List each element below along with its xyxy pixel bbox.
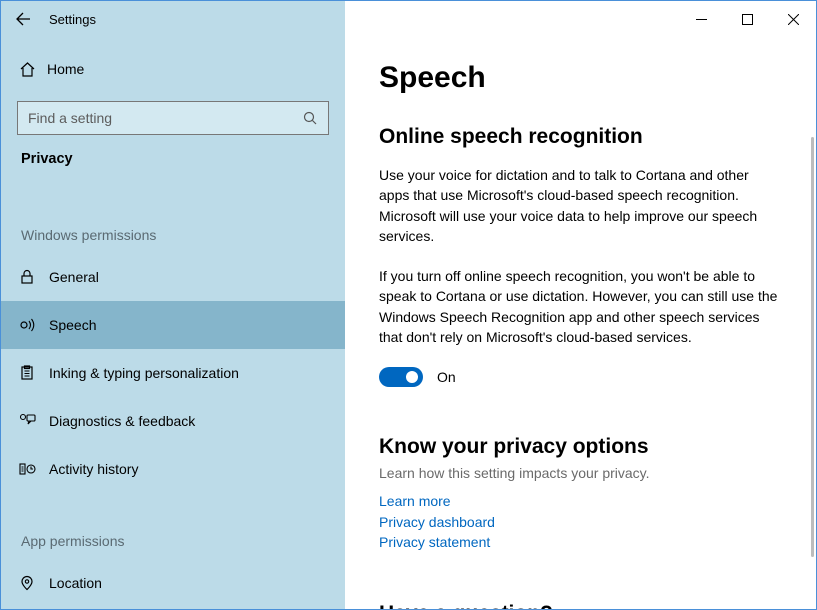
category-label: Privacy [1,149,345,187]
lock-icon [19,269,49,285]
search-field[interactable] [28,110,289,126]
back-button[interactable] [1,1,45,37]
link-privacy-statement[interactable]: Privacy statement [379,532,782,552]
sidebar-item-speech[interactable]: Speech [1,301,345,349]
privacy-subtext: Learn how this setting impacts your priv… [379,465,782,481]
history-icon [19,461,49,477]
search-icon [303,111,318,126]
description-1: Use your voice for dictation and to talk… [379,165,782,246]
maximize-button[interactable] [724,1,770,37]
minimize-button[interactable] [678,1,724,37]
search-input[interactable] [17,101,329,135]
toggle-label: On [437,369,456,385]
section-title-privacy-options: Know your privacy options [379,435,782,459]
content-area: Speech Online speech recognition Use you… [345,37,816,609]
sidebar-item-label: Location [49,575,102,591]
sidebar-item-general[interactable]: General [1,253,345,301]
home-label: Home [47,61,84,77]
sidebar-item-activity-history[interactable]: Activity history [1,445,345,493]
sidebar-item-label: Activity history [49,461,138,477]
scrollbar[interactable] [811,137,814,557]
page-title: Speech [379,61,782,95]
close-icon [788,14,799,25]
description-2: If you turn off online speech recognitio… [379,266,782,347]
close-button[interactable] [770,1,816,37]
section-title-question: Have a question? [379,602,782,609]
sidebar-item-diagnostics[interactable]: Diagnostics & feedback [1,397,345,445]
feedback-icon [19,413,49,429]
sidebar: Home Privacy Windows permissions General… [1,37,345,609]
link-learn-more[interactable]: Learn more [379,491,782,511]
location-icon [19,575,49,591]
titlebar: Settings [1,1,816,37]
sidebar-item-label: Diagnostics & feedback [49,413,195,429]
home-link[interactable]: Home [1,49,345,89]
maximize-icon [742,14,753,25]
sidebar-item-inking[interactable]: Inking & typing personalization [1,349,345,397]
minimize-icon [696,14,707,25]
home-icon [19,61,47,78]
section-header-app-permissions: App permissions [1,493,345,559]
window-title: Settings [45,12,96,27]
section-header-windows-permissions: Windows permissions [1,187,345,253]
sidebar-item-label: Inking & typing personalization [49,365,239,381]
clipboard-icon [19,365,49,381]
arrow-left-icon [14,10,32,28]
sidebar-item-location[interactable]: Location [1,559,345,607]
sidebar-item-label: General [49,269,99,285]
speech-icon [19,317,49,333]
section-title-online-speech: Online speech recognition [379,125,782,149]
sidebar-item-label: Speech [49,317,96,333]
online-speech-toggle[interactable] [379,367,423,387]
link-privacy-dashboard[interactable]: Privacy dashboard [379,512,782,532]
